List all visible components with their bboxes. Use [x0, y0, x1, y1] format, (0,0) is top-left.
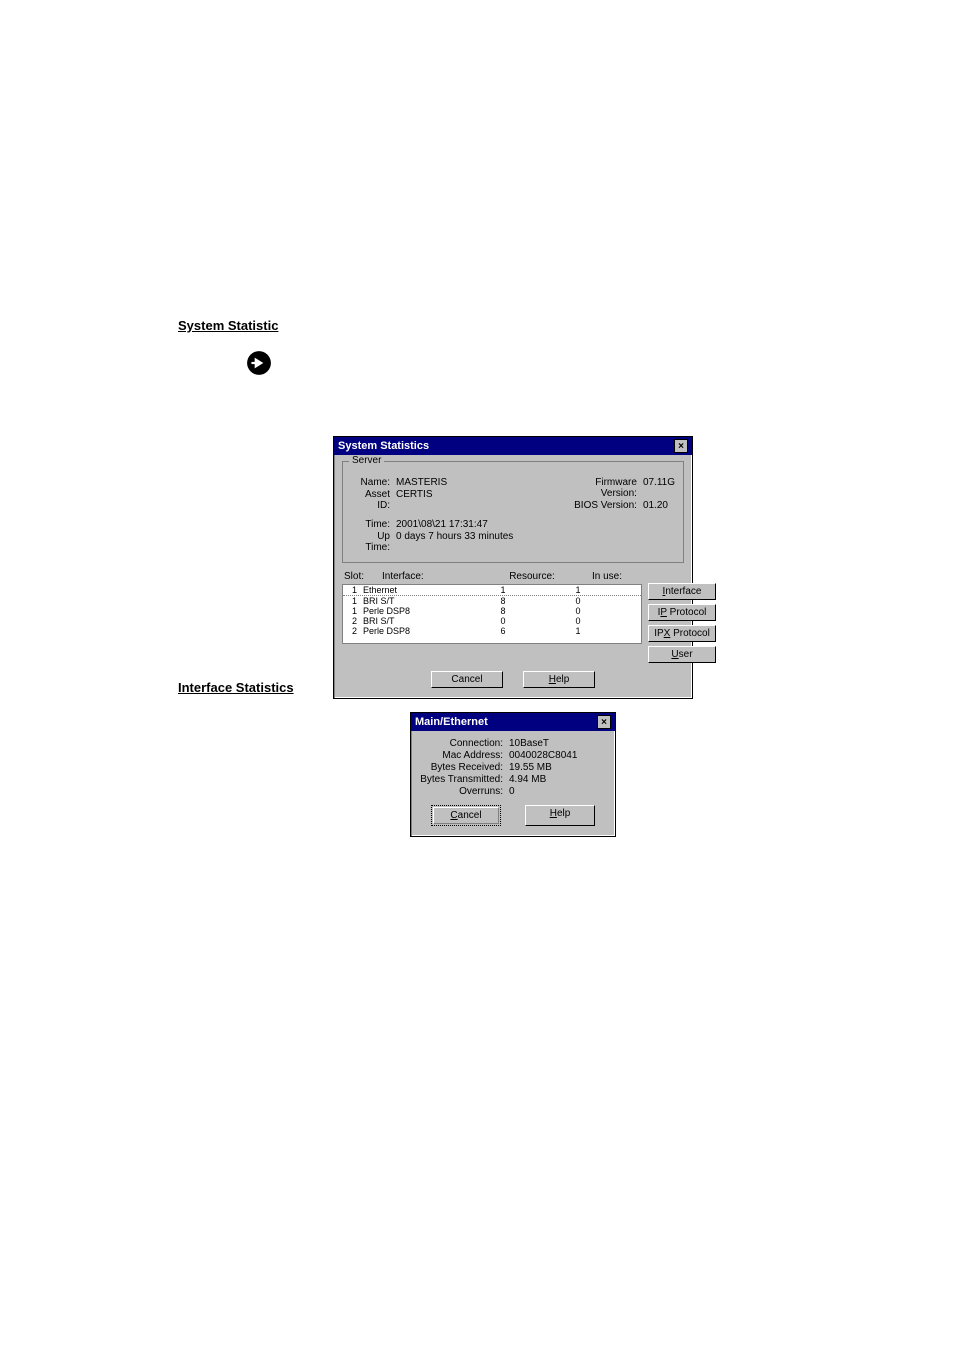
cell-res: 8 — [463, 596, 543, 606]
dialog-title: System Statistics — [338, 440, 429, 452]
list-item[interactable]: 1 Ethernet 1 1 — [343, 585, 641, 596]
list-item[interactable]: 1 BRI S/T 8 0 — [343, 596, 641, 606]
bytes-received-label: Bytes Received: — [419, 762, 509, 773]
interface-button[interactable]: Interface — [648, 583, 716, 600]
interface-listbox[interactable]: 1 Ethernet 1 1 1 BRI S/T 8 0 1 — [342, 584, 642, 644]
overruns-label: Overruns: — [419, 786, 509, 797]
dialog-titlebar: Main/Ethernet × — [411, 713, 615, 731]
cell-slot: 2 — [345, 616, 363, 626]
system-statistics-dialog: System Statistics × Server Name:MASTERIS… — [333, 436, 693, 699]
th-inuse: In use: — [572, 571, 642, 582]
bios-label: BIOS Version: — [563, 500, 643, 511]
overruns-value: 0 — [509, 786, 515, 797]
mac-label: Mac Address: — [419, 750, 509, 761]
firmware-label: Firmware Version: — [563, 477, 643, 499]
cell-intf: BRI S/T — [363, 616, 463, 626]
arrow-right-icon — [246, 350, 272, 376]
cell-res: 6 — [463, 626, 543, 636]
dialog-titlebar: System Statistics × — [334, 437, 692, 455]
time-value: 2001\08\21 17:31:47 — [396, 519, 488, 530]
cell-res: 1 — [463, 585, 543, 595]
cell-use: 1 — [543, 626, 613, 636]
bytes-transmitted-value: 4.94 MB — [509, 774, 546, 785]
bios-value: 01.20 — [643, 500, 668, 511]
cell-use: 0 — [543, 616, 613, 626]
heading-system-statistic: System Statistic — [178, 318, 278, 333]
ip-protocol-button[interactable]: IP Protocol — [648, 604, 716, 621]
uptime-value: 0 days 7 hours 33 minutes — [396, 531, 513, 553]
th-resource: Resource: — [492, 571, 572, 582]
th-interface: Interface: — [382, 571, 492, 582]
bytes-transmitted-label: Bytes Transmitted: — [419, 774, 509, 785]
table-header: Slot: Interface: Resource: In use: — [342, 569, 642, 584]
help-button[interactable]: Help — [523, 671, 595, 688]
assetid-label: Asset ID: — [351, 489, 396, 511]
cell-res: 8 — [463, 606, 543, 616]
name-value: MASTERIS — [396, 477, 447, 488]
close-icon[interactable]: × — [597, 715, 611, 729]
cell-use: 0 — [543, 596, 613, 606]
server-groupbox: Server Name:MASTERIS Asset ID:CERTIS Tim… — [342, 461, 684, 563]
cell-intf: Perle DSP8 — [363, 606, 463, 616]
bytes-received-value: 19.55 MB — [509, 762, 552, 773]
help-button[interactable]: Help — [525, 805, 595, 826]
cancel-button[interactable]: Cancel — [431, 671, 503, 688]
user-button[interactable]: User — [648, 646, 716, 663]
connection-label: Connection: — [419, 738, 509, 749]
heading-interface-statistics: Interface Statistics — [178, 680, 294, 695]
uptime-label: Up Time: — [351, 531, 396, 553]
connection-value: 10BaseT — [509, 738, 549, 749]
cell-intf: Perle DSP8 — [363, 626, 463, 636]
name-label: Name: — [351, 477, 396, 488]
close-icon[interactable]: × — [674, 439, 688, 453]
assetid-value: CERTIS — [396, 489, 433, 511]
cell-use: 1 — [543, 585, 613, 595]
list-item[interactable]: 1 Perle DSP8 8 0 — [343, 606, 641, 616]
list-item[interactable]: 2 Perle DSP8 6 1 — [343, 626, 641, 636]
main-ethernet-dialog: Main/Ethernet × Connection:10BaseT Mac A… — [410, 712, 616, 837]
cell-slot: 1 — [345, 606, 363, 616]
server-group-label: Server — [349, 455, 384, 466]
cell-slot: 2 — [345, 626, 363, 636]
th-slot: Slot: — [342, 571, 382, 582]
cell-use: 0 — [543, 606, 613, 616]
dialog-title: Main/Ethernet — [415, 716, 488, 728]
list-item[interactable]: 2 BRI S/T 0 0 — [343, 616, 641, 626]
cell-slot: 1 — [345, 596, 363, 606]
ipx-protocol-button[interactable]: IPX Protocol — [648, 625, 716, 642]
firmware-value: 07.11G — [643, 477, 675, 499]
cell-slot: 1 — [345, 585, 363, 595]
time-label: Time: — [351, 519, 396, 530]
cell-intf: BRI S/T — [363, 596, 463, 606]
cell-intf: Ethernet — [363, 585, 463, 595]
mac-value: 0040028C8041 — [509, 750, 577, 761]
cell-res: 0 — [463, 616, 543, 626]
cancel-button[interactable]: Cancel — [431, 805, 501, 826]
